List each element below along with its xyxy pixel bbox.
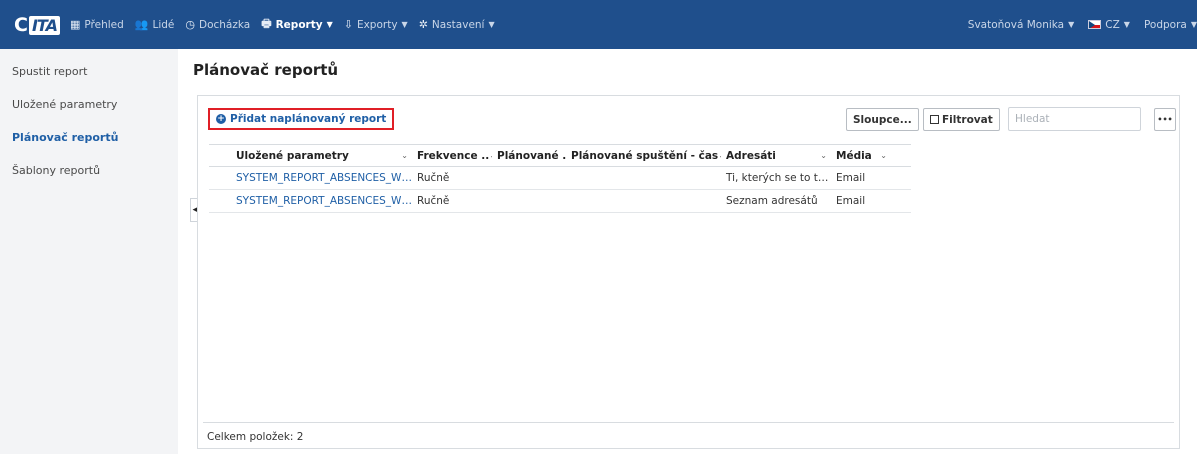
chevron-down-icon: ▼ — [401, 20, 408, 29]
page-title: Plánovač reportů — [193, 61, 339, 79]
row-saved-parameters-link[interactable]: SYSTEM_REPORT_ABSENCES_WIDGET... — [209, 195, 412, 207]
table-header: Uložené parametry⌄ Frekvence ..⌄ Plánova… — [209, 144, 911, 167]
top-navbar: C ITA ▦ Přehled 👥 Lidé ◷ Docházka 🖶 Repor… — [0, 0, 1197, 49]
czech-flag-icon — [1088, 20, 1102, 29]
row-media: Email — [836, 172, 866, 184]
row-recipients: Seznam adresátů — [726, 195, 818, 207]
sidebar-item-ulozene-parametry[interactable]: Uložené parametry — [0, 98, 117, 111]
row-saved-parameters-link[interactable]: SYSTEM_REPORT_ABSENCES_WIDGET... — [209, 172, 412, 184]
print-icon: 🖶 — [261, 17, 272, 30]
gear-icon: ✲ — [418, 18, 428, 31]
sort-icon: ⌄ — [401, 151, 408, 160]
row-media: Email — [836, 195, 866, 207]
user-menu[interactable]: Svatoňová Monika ▼ — [968, 19, 1074, 31]
reports-table: Uložené parametry⌄ Frekvence ..⌄ Plánova… — [209, 144, 1169, 213]
chevron-down-icon: ▼ — [1190, 20, 1197, 29]
support-menu[interactable]: Podpora ▼ — [1144, 19, 1197, 31]
row-recipients: Ti, kterých se to týká — [726, 172, 831, 184]
filter-button[interactable]: Filtrovat — [923, 108, 1000, 131]
chevron-down-icon: ▼ — [1123, 20, 1130, 29]
nav-prehled[interactable]: ▦ Přehled — [70, 18, 124, 31]
column-header-planovane-spusteni-cas[interactable]: Plánované spuštění - čas⌄ — [566, 150, 721, 162]
chevron-down-icon: ▼ — [488, 20, 495, 29]
chevron-down-icon: ▼ — [1068, 20, 1075, 29]
column-header-frekvence[interactable]: Frekvence ..⌄ — [412, 150, 492, 162]
app-logo[interactable]: C ITA — [14, 14, 60, 36]
plus-circle-icon: + — [216, 113, 226, 124]
navbar-right: Svatoňová Monika ▼ CZ ▼ Podpora ▼ — [954, 19, 1197, 31]
column-header-ulozene-parametry[interactable]: Uložené parametry ⌄ — [209, 150, 412, 162]
more-icon: ••• — [1157, 115, 1173, 124]
nav-reporty[interactable]: 🖶 Reporty ▼ — [261, 15, 333, 34]
columns-button[interactable]: Sloupce... — [846, 108, 919, 131]
nav-lide[interactable]: 👥 Lidé — [135, 18, 175, 31]
row-frequency: Ručně — [417, 172, 450, 184]
sort-icon: ⌄ — [880, 151, 887, 160]
sidebar-item-sablony-reportu[interactable]: Šablony reportů — [0, 164, 100, 177]
column-header-media[interactable]: Média ⌄ — [831, 150, 891, 162]
checkbox-icon — [930, 115, 939, 124]
sidebar-item-planovac-reportu[interactable]: Plánovač reportů — [0, 131, 118, 144]
report-scheduler-panel: + Přidat naplánovaný report Sloupce... F… — [197, 95, 1180, 449]
total-count: Celkem položek: 2 — [207, 431, 304, 443]
export-icon: ⇩ — [343, 18, 353, 31]
users-icon: 👥 — [134, 18, 149, 31]
add-scheduled-report-button[interactable]: + Přidat naplánovaný report — [208, 108, 395, 130]
clock-icon: ◷ — [185, 18, 195, 31]
sidebar-item-spustit-report[interactable]: Spustit report — [0, 65, 87, 78]
nav-exporty[interactable]: ⇩ Exporty ▼ — [344, 18, 408, 31]
language-menu[interactable]: CZ ▼ — [1088, 19, 1130, 31]
column-header-planovane[interactable]: Plánované ..⌄ — [492, 150, 566, 162]
grid-icon: ▦ — [69, 18, 81, 31]
search-input[interactable] — [1008, 107, 1141, 131]
table-row[interactable]: SYSTEM_REPORT_ABSENCES_WIDGET... Ručně S… — [209, 190, 911, 213]
footer-divider — [203, 422, 1174, 423]
column-header-adresati[interactable]: Adresáti ⌄ — [721, 150, 831, 162]
sort-icon: ⌄ — [820, 151, 827, 160]
table-row[interactable]: SYSTEM_REPORT_ABSENCES_WIDGET... Ručně T… — [209, 167, 911, 190]
nav-nastaveni[interactable]: ✲ Nastavení ▼ — [419, 18, 495, 31]
row-frequency: Ručně — [417, 195, 450, 207]
nav-dochazka[interactable]: ◷ Docházka — [185, 18, 250, 31]
more-options-button[interactable]: ••• — [1154, 108, 1176, 131]
chevron-down-icon: ▼ — [326, 20, 333, 29]
sidebar: Spustit report Uložené parametry Plánova… — [0, 49, 178, 454]
